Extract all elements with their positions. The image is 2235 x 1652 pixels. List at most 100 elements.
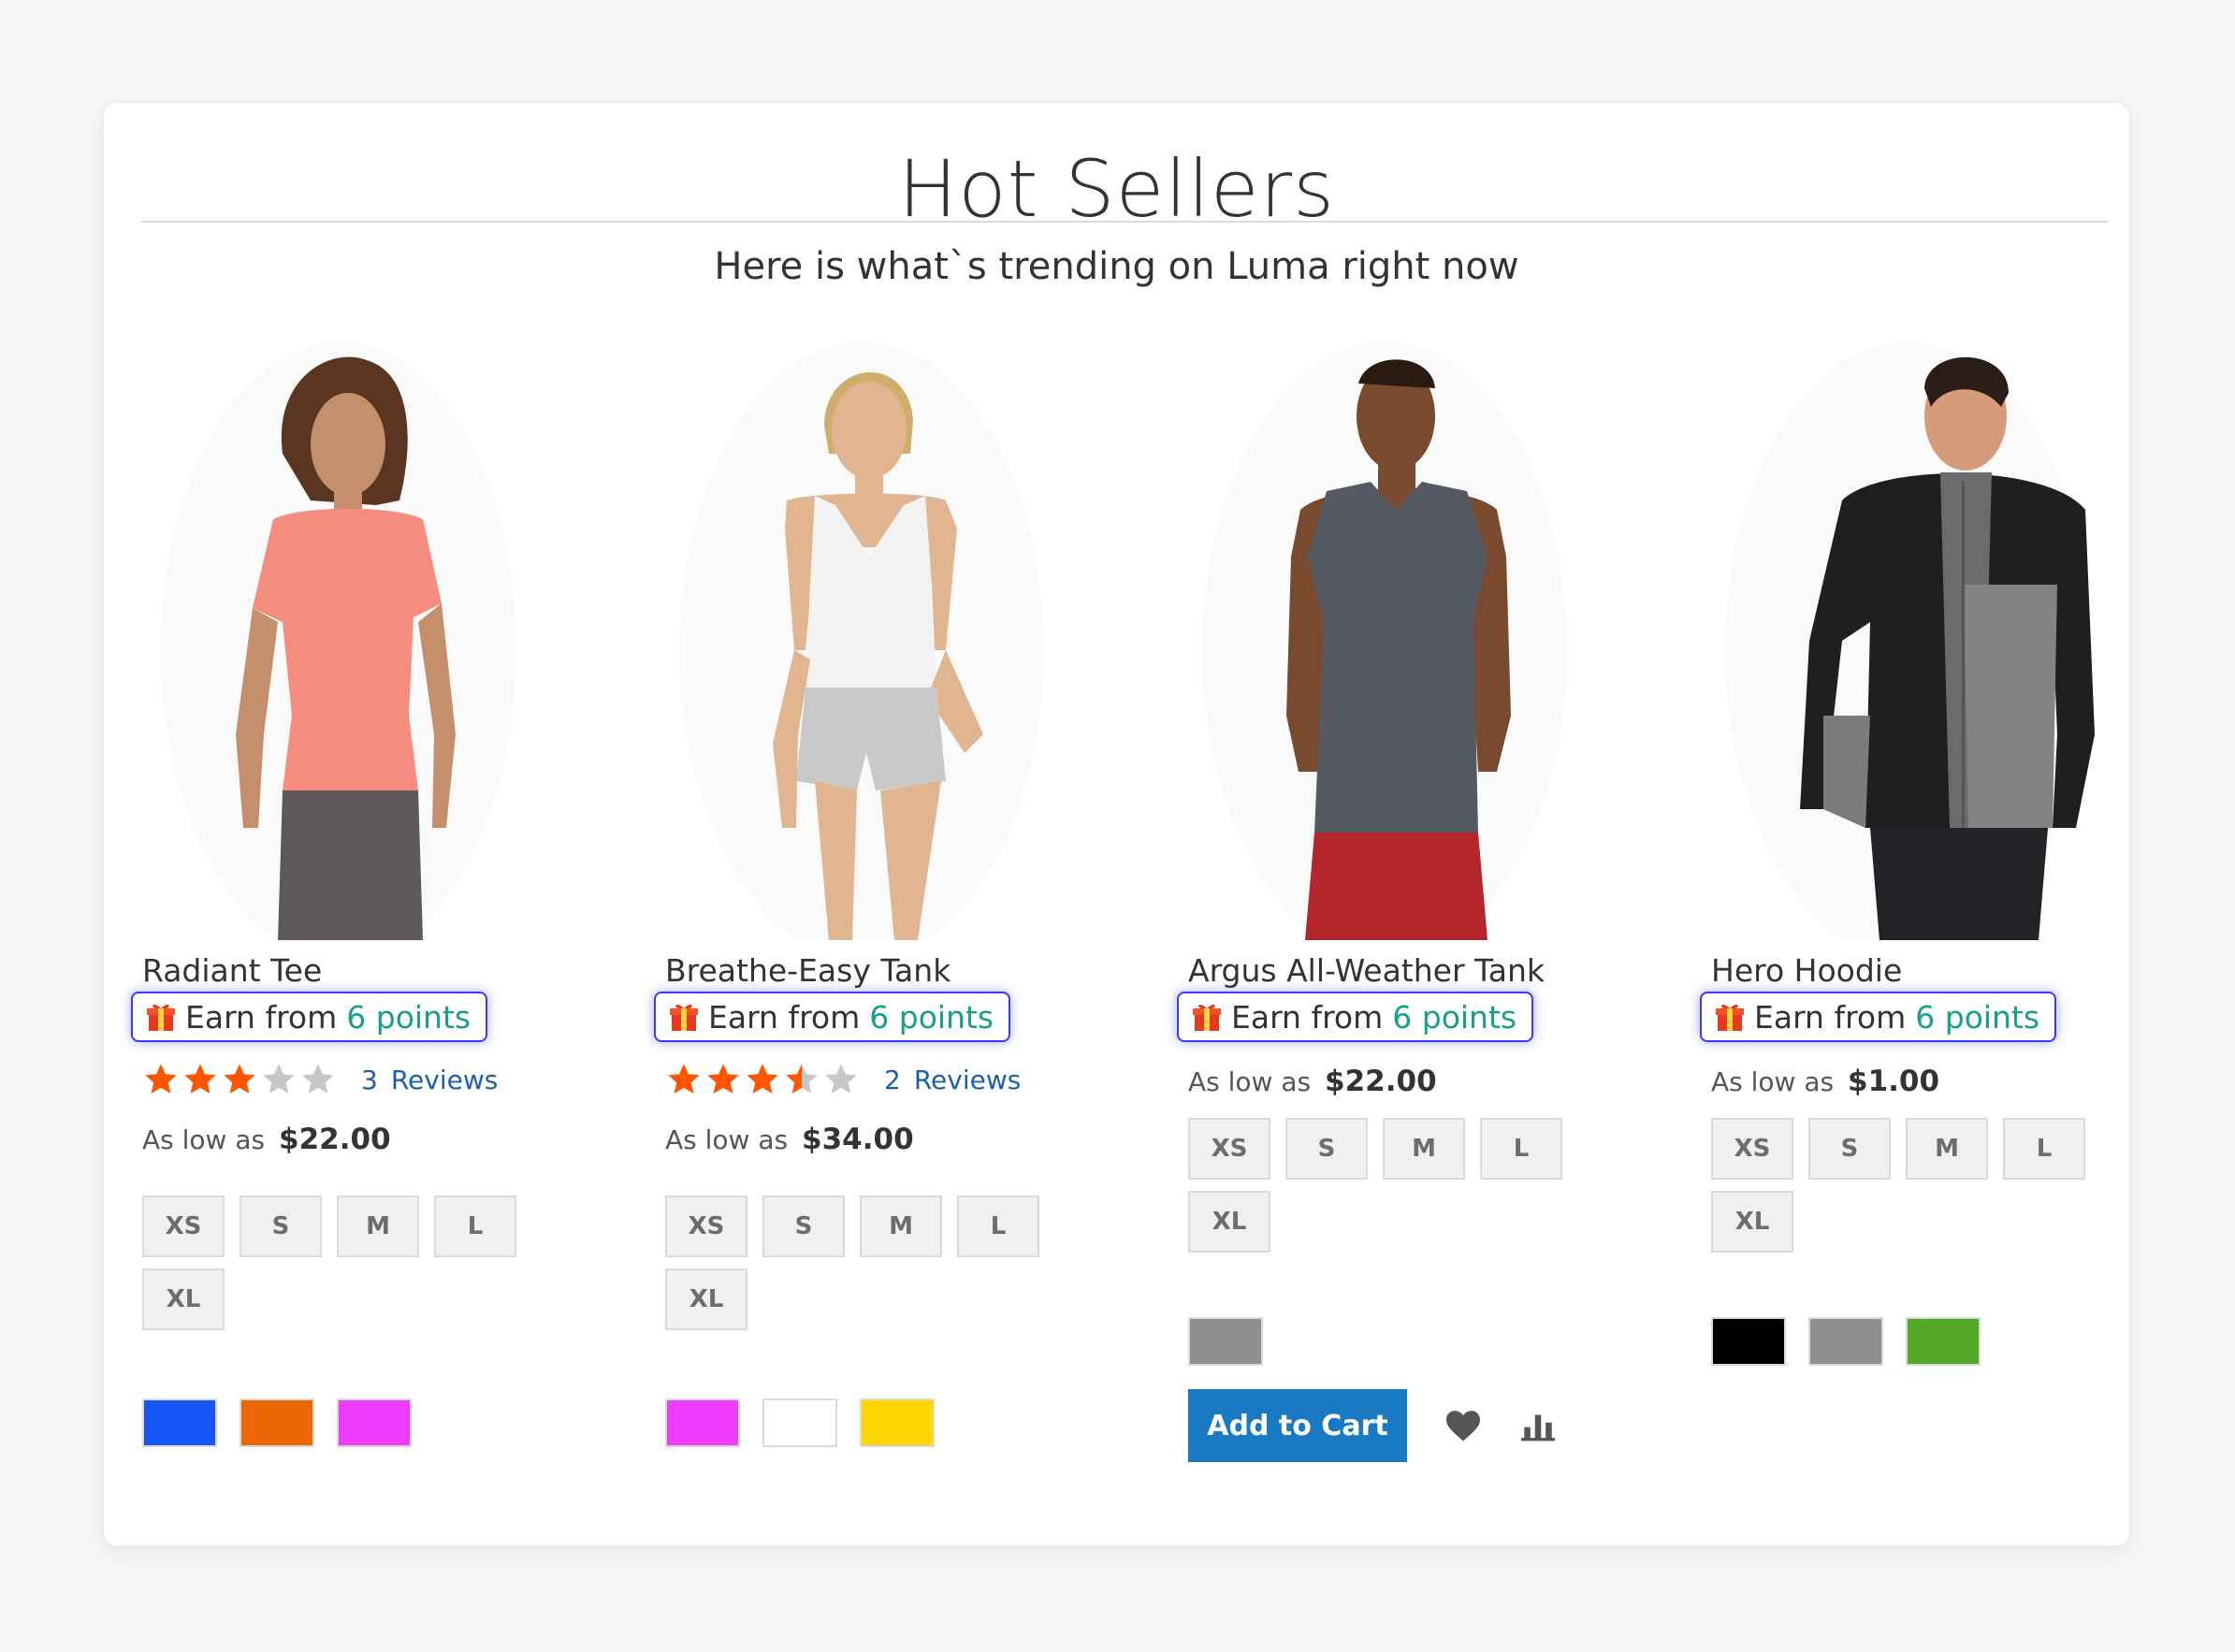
reward-points-badge: Earn from 6 points [131,992,488,1042]
woman-in-pink-tee-photo [161,341,516,940]
man-in-gray-tank-photo [1202,341,1567,940]
earn-label: Earn from [185,998,338,1036]
price-value: $22.00 [279,1123,391,1156]
color-swatches [142,1398,412,1447]
star-empty-icon [825,1064,857,1094]
swatch-blue[interactable] [142,1398,217,1447]
size-option-s[interactable]: S [762,1196,845,1257]
size-option-l[interactable]: L [957,1196,1039,1257]
product-image[interactable] [1711,341,2104,940]
color-swatches [665,1398,935,1447]
reviews-label: Reviews [390,1064,499,1095]
size-option-xl[interactable]: XL [142,1268,225,1330]
woman-in-white-tank-photo [679,341,1044,940]
product-price: As low as $34.00 [665,1123,914,1156]
size-option-xs[interactable]: XS [1711,1118,1793,1180]
color-swatches [1188,1317,1263,1366]
size-option-xl[interactable]: XL [665,1268,747,1330]
product-price: As low as $22.00 [142,1123,391,1156]
swatch-yellow[interactable] [860,1398,935,1447]
price-value: $22.00 [1325,1065,1437,1098]
star-filled-icon [747,1064,778,1094]
swatch-pink[interactable] [337,1398,412,1447]
swatch-pink[interactable] [665,1398,740,1447]
product-card-breathe-easy-tank: Breathe-Easy Tank Earn from 6 points 2 R… [654,341,1114,1529]
product-image[interactable] [665,341,1058,940]
color-swatches [1711,1317,1981,1366]
add-to-cart-button[interactable]: Add to Cart [1188,1389,1407,1462]
rating-stars [665,1062,860,1097]
earn-points: 6 points [1915,998,2040,1036]
star-half-icon [786,1064,818,1094]
reward-points-badge: Earn from 6 points [1177,992,1534,1042]
product-rating: 3 Reviews [142,1062,498,1097]
size-option-xl[interactable]: XL [1188,1191,1270,1253]
reviews-count: 3 [361,1064,378,1095]
earn-points: 6 points [869,998,994,1036]
size-option-m[interactable]: M [860,1196,942,1257]
star-empty-icon [263,1064,295,1094]
product-name[interactable]: Argus All-Weather Tank [1188,952,1545,989]
price-label: As low as [1188,1066,1312,1097]
product-name[interactable]: Hero Hoodie [1711,952,1902,989]
star-empty-icon [302,1064,334,1094]
reviews-count: 2 [884,1064,901,1095]
star-filled-icon [184,1064,216,1094]
size-option-m[interactable]: M [1906,1118,1988,1180]
price-value: $34.00 [802,1123,914,1156]
gift-icon [1716,1004,1744,1031]
size-option-l[interactable]: L [1480,1118,1562,1180]
size-option-m[interactable]: M [1383,1118,1465,1180]
product-card-hero-hoodie: Hero Hoodie Earn from 6 points As low as… [1700,341,2160,1529]
reviews-label: Reviews [913,1064,1022,1095]
size-options: XS S M L XL [1188,1118,1600,1253]
product-name[interactable]: Radiant Tee [142,952,322,989]
hot-sellers-widget: Hot Sellers Here is what`s trending on L… [104,103,2129,1545]
product-image[interactable] [142,341,535,940]
product-name[interactable]: Breathe-Easy Tank [665,952,951,989]
product-card-argus-all-weather-tank: Argus All-Weather Tank Earn from 6 point… [1177,341,1637,1529]
gift-icon [1193,1004,1221,1031]
price-label: As low as [665,1124,789,1155]
product-actions: Add to Cart [1188,1389,1557,1462]
price-value: $1.00 [1848,1065,1940,1098]
swatch-gray[interactable] [1188,1317,1263,1366]
product-price: As low as $22.00 [1188,1065,1437,1098]
price-label: As low as [142,1124,266,1155]
size-option-xl[interactable]: XL [1711,1191,1793,1253]
reward-points-badge: Earn from 6 points [654,992,1011,1042]
swatch-black[interactable] [1711,1317,1786,1366]
swatch-white[interactable] [762,1398,837,1447]
gift-icon [670,1004,698,1031]
price-label: As low as [1711,1066,1835,1097]
earn-label: Earn from [708,998,861,1036]
product-image[interactable] [1188,341,1581,940]
size-option-l[interactable]: L [2003,1118,2085,1180]
swatch-gray[interactable] [1808,1317,1883,1366]
star-filled-icon [145,1064,177,1094]
size-option-m[interactable]: M [337,1196,419,1257]
size-option-l[interactable]: L [434,1196,516,1257]
reviews-link[interactable]: 2 Reviews [884,1065,1021,1095]
size-options: XS S M L XL [142,1196,554,1330]
swatch-green[interactable] [1906,1317,1981,1366]
earn-points: 6 points [346,998,472,1036]
earn-label: Earn from [1231,998,1384,1036]
compare-chart-icon[interactable] [1519,1409,1557,1442]
size-option-xs[interactable]: XS [665,1196,747,1257]
earn-label: Earn from [1754,998,1907,1036]
reviews-link[interactable]: 3 Reviews [361,1065,498,1095]
size-option-s[interactable]: S [239,1196,322,1257]
rating-stars [142,1062,337,1097]
size-option-xs[interactable]: XS [1188,1118,1270,1180]
size-option-s[interactable]: S [1285,1118,1368,1180]
wishlist-heart-icon[interactable] [1444,1409,1482,1442]
man-in-hoodie-photo [1725,341,2095,940]
star-filled-icon [707,1064,739,1094]
size-options: XS S M L XL [1711,1118,2123,1253]
star-filled-icon [668,1064,700,1094]
size-option-xs[interactable]: XS [142,1196,225,1257]
size-option-s[interactable]: S [1808,1118,1891,1180]
title-divider [141,221,2109,223]
swatch-orange[interactable] [239,1398,314,1447]
